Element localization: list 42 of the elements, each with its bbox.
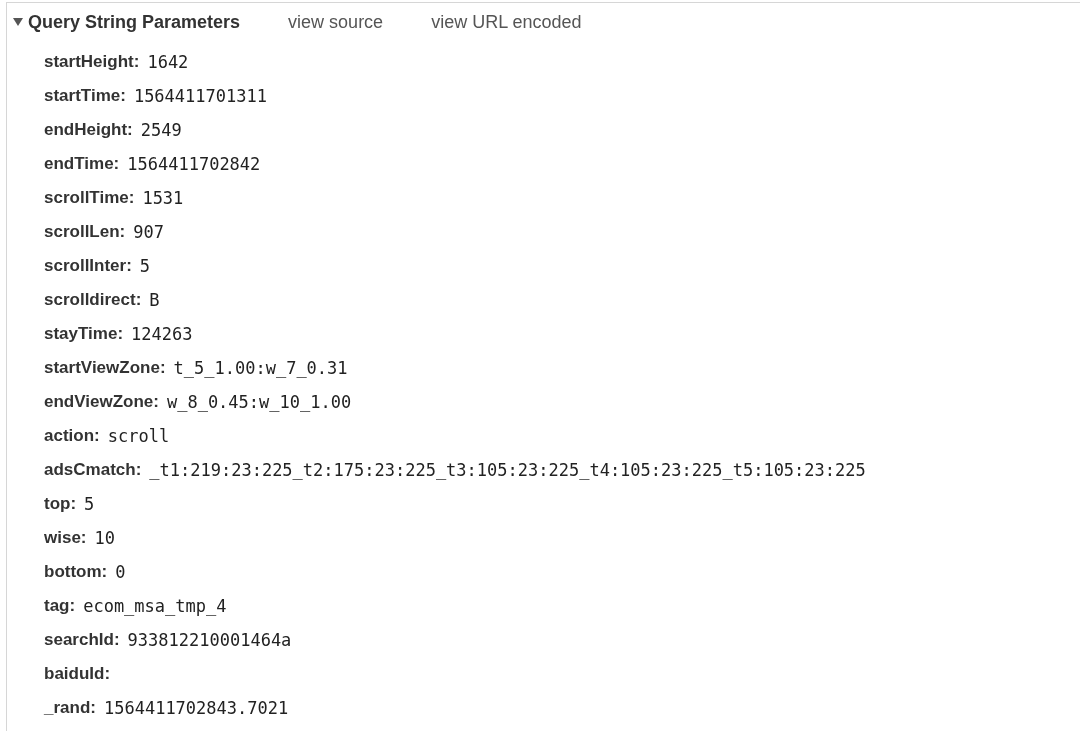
param-name: top: (44, 494, 77, 514)
param-value: 2549 (140, 120, 182, 140)
param-name: bottom: (44, 562, 108, 582)
param-value: 1531 (142, 188, 184, 208)
param-value: 0 (115, 562, 126, 582)
param-name: startViewZone: (44, 358, 166, 378)
param-value: w_8_0.45:w_10_1.00 (166, 392, 352, 412)
section-toggle[interactable]: Query String Parameters (13, 11, 241, 33)
param-value: 5 (139, 256, 151, 276)
param-value: 5 (84, 494, 95, 514)
param-name: scrolldirect: (44, 290, 142, 310)
param-value: 1564411701311 (133, 86, 267, 106)
param-value: scroll (107, 426, 170, 446)
param-name: scrollInter: (44, 256, 132, 276)
param-name: wise: (44, 528, 87, 548)
param-value: 10 (94, 528, 115, 548)
param-value: 124263 (131, 324, 193, 344)
param-name: adsCmatch: (44, 460, 142, 480)
param-name: endViewZone: (44, 392, 159, 412)
param-name: endTime: (44, 154, 120, 174)
param-value: t_5_1.00:w_7_0.31 (173, 358, 348, 378)
view-link[interactable]: view URL encoded (431, 11, 582, 33)
param-value: 1564411702843.7021 (103, 698, 289, 718)
param-name: endHeight: (44, 120, 133, 140)
param-value: 907 (133, 222, 164, 242)
param-name: baiduId: (44, 664, 111, 684)
param-value: _t1:219:23:225_t2:175:23:225_t3:105:23:225_t4:105:23:225_t5:105:23:225 (149, 460, 866, 480)
param-name: searchId: (44, 630, 120, 650)
param-value: B (149, 290, 160, 310)
param-name: scrollLen: (44, 222, 126, 242)
param-name: tag: (44, 596, 76, 616)
param-value: 1564411702842 (127, 154, 261, 174)
param-name: startTime: (44, 86, 126, 106)
param-value: 1642 (147, 52, 189, 72)
view-link[interactable]: view source (288, 11, 384, 33)
param-name: startHeight: (44, 52, 140, 72)
param-name: _rand: (44, 698, 96, 718)
param-name: stayTime: (44, 324, 124, 344)
param-value: ecom_msa_tmp_4 (83, 596, 227, 616)
param-value: 933812210001464a (127, 630, 292, 650)
param-name: scrollTime: (44, 188, 135, 208)
param-name: action: (44, 426, 100, 446)
